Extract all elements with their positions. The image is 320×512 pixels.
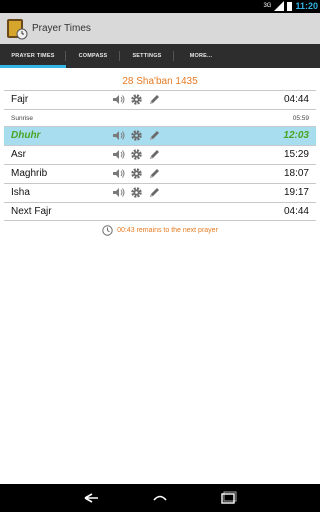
pencil-icon[interactable] (148, 186, 161, 199)
row-icons (112, 186, 161, 199)
tab-label: MORE... (189, 53, 213, 59)
prayer-name: Isha (11, 187, 30, 198)
prayer-name: Dhuhr (11, 130, 41, 141)
pencil-icon[interactable] (148, 93, 161, 106)
hijri-date: 28 Sha'ban 1435 (122, 76, 198, 87)
prayer-time: 05:59 (292, 115, 309, 122)
status-bar: 3G 11:20 (0, 0, 320, 13)
prayer-time: 18:07 (283, 168, 309, 179)
prayer-row-fajr[interactable]: Fajr 04:44 (4, 90, 316, 109)
prayer-row-sunrise: Sunrise 05:59 (4, 109, 316, 126)
prayer-row-next-fajr: Next Fajr 04:44 (4, 202, 316, 221)
prayer-time: 19:17 (283, 187, 309, 198)
tab-settings[interactable]: SETTINGS (120, 44, 174, 68)
tab-bar: PRAYER TIMES COMPASS SETTINGS MORE... (0, 44, 320, 68)
tab-label: COMPASS (78, 53, 108, 59)
tab-compass[interactable]: COMPASS (66, 44, 120, 68)
prayer-name: Asr (11, 149, 26, 160)
prayer-name: Fajr (11, 94, 29, 105)
speaker-icon[interactable] (112, 148, 125, 161)
row-icons (112, 93, 161, 106)
prayer-time: 15:29 (283, 149, 309, 160)
prayer-time: 04:44 (283, 206, 309, 217)
row-icons (112, 148, 161, 161)
row-icons (112, 167, 161, 180)
prayer-time: 04:44 (283, 94, 309, 105)
prayer-row-maghrib[interactable]: Maghrib 18:07 (4, 164, 316, 183)
gear-icon[interactable] (130, 167, 143, 180)
status-clock: 11:20 (295, 1, 318, 11)
signal-label: 3G (263, 3, 272, 9)
gear-icon[interactable] (130, 129, 143, 142)
tab-more[interactable]: MORE... (174, 44, 228, 68)
speaker-icon[interactable] (112, 167, 125, 180)
prayer-row-asr[interactable]: Asr 15:29 (4, 145, 316, 164)
prayer-time: 12:03 (283, 130, 309, 141)
speaker-icon[interactable] (112, 129, 125, 142)
battery-icon (287, 1, 293, 11)
signal-icon (274, 1, 285, 11)
back-icon[interactable] (82, 490, 102, 506)
gear-icon[interactable] (130, 186, 143, 199)
gear-icon[interactable] (130, 93, 143, 106)
next-prayer-countdown: 00:43 remains to the next prayer (0, 225, 320, 236)
speaker-icon[interactable] (112, 93, 125, 106)
pencil-icon[interactable] (148, 129, 161, 142)
pencil-icon[interactable] (148, 167, 161, 180)
row-icons (112, 129, 161, 142)
gear-icon[interactable] (130, 148, 143, 161)
status-icons: 3G 11:20 (263, 1, 318, 11)
action-bar: Prayer Times (0, 13, 320, 44)
prayer-row-dhuhr[interactable]: Dhuhr 12:03 (4, 126, 316, 145)
recent-apps-icon[interactable] (218, 490, 238, 506)
prayer-name: Maghrib (11, 168, 48, 179)
tab-label: PRAYER TIMES (11, 53, 55, 59)
tab-label: SETTINGS (132, 53, 162, 59)
app-title: Prayer Times (32, 23, 91, 34)
app-icon[interactable] (6, 18, 28, 40)
clock-icon (102, 225, 113, 236)
pencil-icon[interactable] (148, 148, 161, 161)
speaker-icon[interactable] (112, 186, 125, 199)
home-icon[interactable] (150, 490, 170, 506)
tab-prayer-times[interactable]: PRAYER TIMES (0, 44, 66, 68)
prayer-row-isha[interactable]: Isha 19:17 (4, 183, 316, 202)
navigation-bar (0, 484, 320, 512)
prayer-name: Next Fajr (11, 206, 52, 217)
prayer-table: Fajr 04:44 Sunrise 05:59 Dhuhr 12:03 Asr… (4, 90, 316, 221)
countdown-text: 00:43 remains to the next prayer (117, 227, 218, 234)
prayer-name: Sunrise (11, 115, 34, 122)
